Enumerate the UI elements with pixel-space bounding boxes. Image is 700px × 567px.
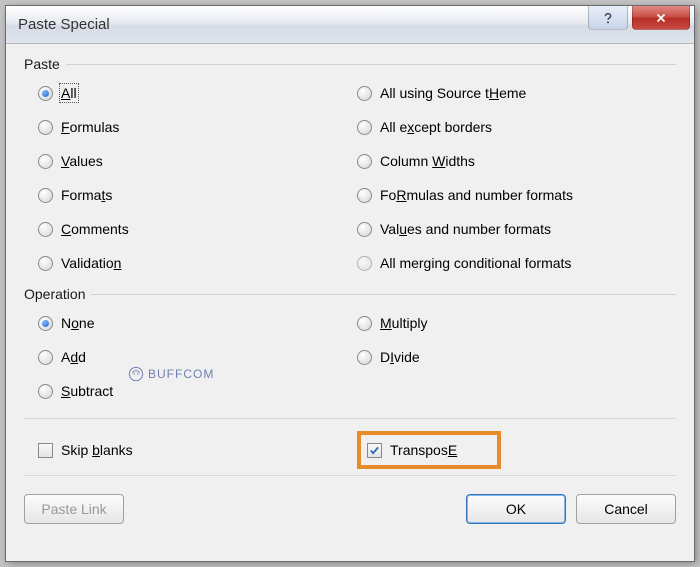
paste-option[interactable]: All xyxy=(38,82,357,104)
paste-option[interactable]: Comments xyxy=(38,218,357,240)
paste-option[interactable]: Formats xyxy=(38,184,357,206)
paste-option[interactable]: FoRmulas and number formats xyxy=(357,184,676,206)
transpose-highlight: TransposE xyxy=(357,431,501,469)
close-icon xyxy=(654,11,668,25)
radio-label: Column Widths xyxy=(380,153,475,169)
paste-option[interactable]: Values xyxy=(38,150,357,172)
paste-option[interactable]: Formulas xyxy=(38,116,357,138)
ok-button[interactable]: OK xyxy=(466,494,566,524)
operation-option[interactable]: DIvide xyxy=(357,346,676,368)
radio-label: Add xyxy=(61,349,86,365)
paste-group: Paste All Formulas Values Formats Comments Va… xyxy=(24,56,676,278)
paste-option[interactable]: Validation xyxy=(38,252,357,274)
skip-blanks-checkbox[interactable]: Skip blanks xyxy=(38,439,357,461)
operation-group: Operation None Add Subtract Multiply DIvide xyxy=(24,286,676,406)
radio-icon xyxy=(38,350,53,365)
radio-label: FoRmulas and number formats xyxy=(380,187,573,203)
paste-legend: Paste xyxy=(24,56,66,72)
radio-icon xyxy=(38,86,53,101)
transpose-label: TransposE xyxy=(390,442,457,458)
paste-option[interactable]: All except borders xyxy=(357,116,676,138)
separator xyxy=(24,475,676,476)
radio-label: All using Source tHeme xyxy=(380,85,526,101)
cancel-button[interactable]: Cancel xyxy=(576,494,676,524)
radio-icon xyxy=(357,316,372,331)
help-icon xyxy=(601,11,615,25)
close-button[interactable] xyxy=(632,6,690,30)
radio-label: Values and number formats xyxy=(380,221,551,237)
radio-label: Multiply xyxy=(380,315,427,331)
radio-label: All except borders xyxy=(380,119,492,135)
radio-label: All xyxy=(61,85,77,101)
radio-label: Subtract xyxy=(61,383,113,399)
paste-special-dialog: Paste Special Paste All Formulas Values For… xyxy=(5,5,695,562)
radio-label: None xyxy=(61,315,95,331)
radio-label: Formats xyxy=(61,187,112,203)
radio-label: Values xyxy=(61,153,103,169)
titlebar[interactable]: Paste Special xyxy=(6,6,694,44)
radio-icon xyxy=(357,350,372,365)
paste-option[interactable]: All using Source tHeme xyxy=(357,82,676,104)
radio-icon xyxy=(38,256,53,271)
separator xyxy=(24,418,676,419)
window-title: Paste Special xyxy=(18,16,110,33)
radio-label: Validation xyxy=(61,255,121,271)
radio-icon xyxy=(357,120,372,135)
radio-icon xyxy=(38,154,53,169)
checkbox-icon xyxy=(367,443,382,458)
checkbox-row: Skip blanks TransposE xyxy=(24,429,676,471)
radio-icon xyxy=(357,86,372,101)
radio-icon xyxy=(38,222,53,237)
operation-option[interactable]: Subtract xyxy=(38,380,357,402)
checkmark-icon xyxy=(369,445,380,456)
radio-icon xyxy=(357,222,372,237)
paste-option[interactable]: Column Widths xyxy=(357,150,676,172)
radio-icon xyxy=(357,154,372,169)
radio-icon xyxy=(38,120,53,135)
paste-option[interactable]: Values and number formats xyxy=(357,218,676,240)
radio-label: Formulas xyxy=(61,119,119,135)
radio-label: DIvide xyxy=(380,349,420,365)
operation-option[interactable]: Add xyxy=(38,346,357,368)
radio-icon xyxy=(38,384,53,399)
button-row: Paste Link OK Cancel xyxy=(24,486,676,524)
dialog-content: Paste All Formulas Values Formats Comments Va… xyxy=(6,44,694,561)
radio-label: All merging conditional formats xyxy=(380,255,571,271)
skip-blanks-label: Skip blanks xyxy=(61,442,133,458)
radio-icon xyxy=(38,188,53,203)
help-button[interactable] xyxy=(588,6,628,30)
paste-option: All merging conditional formats xyxy=(357,252,676,274)
paste-link-button[interactable]: Paste Link xyxy=(24,494,124,524)
radio-icon xyxy=(38,316,53,331)
operation-option[interactable]: Multiply xyxy=(357,312,676,334)
operation-legend: Operation xyxy=(24,286,91,302)
radio-icon xyxy=(357,188,372,203)
radio-icon xyxy=(357,256,372,271)
checkbox-icon xyxy=(38,443,53,458)
transpose-checkbox[interactable]: TransposE xyxy=(367,439,457,461)
radio-label: Comments xyxy=(61,221,129,237)
operation-option[interactable]: None xyxy=(38,312,357,334)
